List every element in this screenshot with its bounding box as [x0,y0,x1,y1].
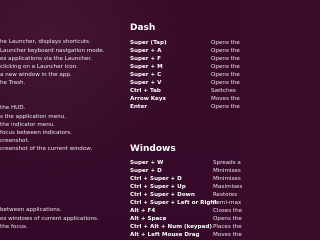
hud-desc-5: creenshot. [0,138,30,144]
dash-key-1: Super (Tap) [130,40,167,46]
windows-heading: Windows [130,144,176,154]
switcher-desc-2: es windows of current applications. [0,216,99,222]
windows-key-3: Ctrl + Super + D [130,176,182,182]
windows-key-9: Ctrl + Alt + Num (keypad) [130,224,212,230]
windows-key-8: Alt + Space [130,216,167,222]
dash-key-9: Enter [130,104,148,110]
switcher-desc-3: the focus. [0,224,28,230]
windows-key-4: Ctrl + Super + Up [130,184,186,190]
dash-key-8: Arrow Keys [130,96,166,102]
hud-desc-3: the indicator menu. [0,122,56,128]
dash-desc-8: Moves the [211,96,240,102]
dash-heading: Dash [130,23,156,33]
windows-desc-6: Semi-max [213,200,242,206]
windows-key-10: Alt + Left Mouse Drag [130,232,200,238]
launcher-desc-3: es applications via the Launcher. [0,56,92,62]
windows-key-6: Ctrl + Super + Left or Right [130,200,218,206]
windows-desc-5: Restores [213,192,238,198]
dash-desc-3: Opens the [211,56,240,62]
hud-desc-1: the HUD. [0,105,26,111]
launcher-desc-6: he Trash. [0,80,26,86]
hud-desc-4: focus between indicators. [0,130,72,136]
dash-desc-7: Switches [211,88,236,94]
windows-desc-3: Minimises [213,176,241,182]
dash-desc-5: Opens the [211,72,240,78]
windows-key-5: Ctrl + Super + Down [130,192,195,198]
windows-desc-9: Places the [213,224,242,230]
dash-key-5: Super + C [130,72,162,78]
windows-key-1: Super + W [130,160,164,166]
windows-key-2: Super + D [130,168,162,174]
windows-desc-4: Maximises [213,184,243,190]
dash-key-6: Super + V [130,80,162,86]
windows-desc-1: Spreads a [213,160,241,166]
dash-key-2: Super + A [130,48,162,54]
windows-desc-10: Moves the [213,232,242,238]
windows-desc-8: Opens the [213,216,242,222]
dash-desc-6: Opens the [211,80,240,86]
dash-key-4: Super + M [130,64,163,70]
windows-desc-2: Minimises [213,168,241,174]
dash-key-7: Ctrl + Tab [130,88,161,94]
dash-desc-1: Opens the [211,40,240,46]
dash-desc-9: Opens the [211,104,240,110]
dash-desc-4: Opens the [211,64,240,70]
launcher-desc-4: clicking on a Launcher icon. [0,64,79,70]
launcher-desc-1: he Launcher, displays shortcuts. [0,39,91,45]
dash-desc-2: Opens the [211,48,240,54]
windows-desc-7: Closes the [213,208,243,214]
hud-desc-2: s the application menu. [0,114,67,120]
hud-desc-6: creenshot of the current window. [0,146,93,152]
launcher-desc-5: a new window in the app. [0,72,72,78]
windows-key-7: Alt + F4 [130,208,156,214]
launcher-desc-2: Launcher keyboard navigation mode. [0,48,105,54]
switcher-desc-1: between applications. [0,207,62,213]
dash-key-3: Super + F [130,56,161,62]
